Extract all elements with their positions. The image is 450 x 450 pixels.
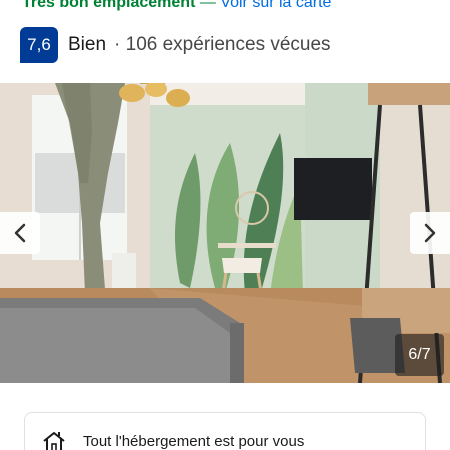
location-separator: — [199, 0, 216, 11]
chevron-left-icon [14, 223, 26, 243]
chevron-right-icon [424, 223, 436, 243]
room-photo [0, 83, 450, 383]
map-link[interactable]: Voir sur la carte [220, 0, 331, 11]
property-info-card: Tout l'hébergement est pour vous [24, 412, 426, 450]
previous-photo-button[interactable] [0, 212, 40, 254]
property-type-text: Tout l'hébergement est pour vous [83, 433, 305, 450]
review-score-badge: 7,6 [20, 27, 58, 63]
review-count[interactable]: · 106 expériences vécues [114, 34, 331, 56]
photo-counter: 6/7 [395, 334, 444, 376]
house-icon [43, 432, 65, 450]
photo-gallery[interactable] [0, 83, 450, 383]
next-photo-button[interactable] [410, 212, 450, 254]
rating-row[interactable]: 7,6 Bien · 106 expériences vécues [20, 26, 331, 64]
location-quality-label: Très bon emplacement [22, 0, 196, 11]
rating-word: Bien [68, 34, 107, 55]
location-line: Très bon emplacement — Voir sur la carte [22, 0, 331, 12]
